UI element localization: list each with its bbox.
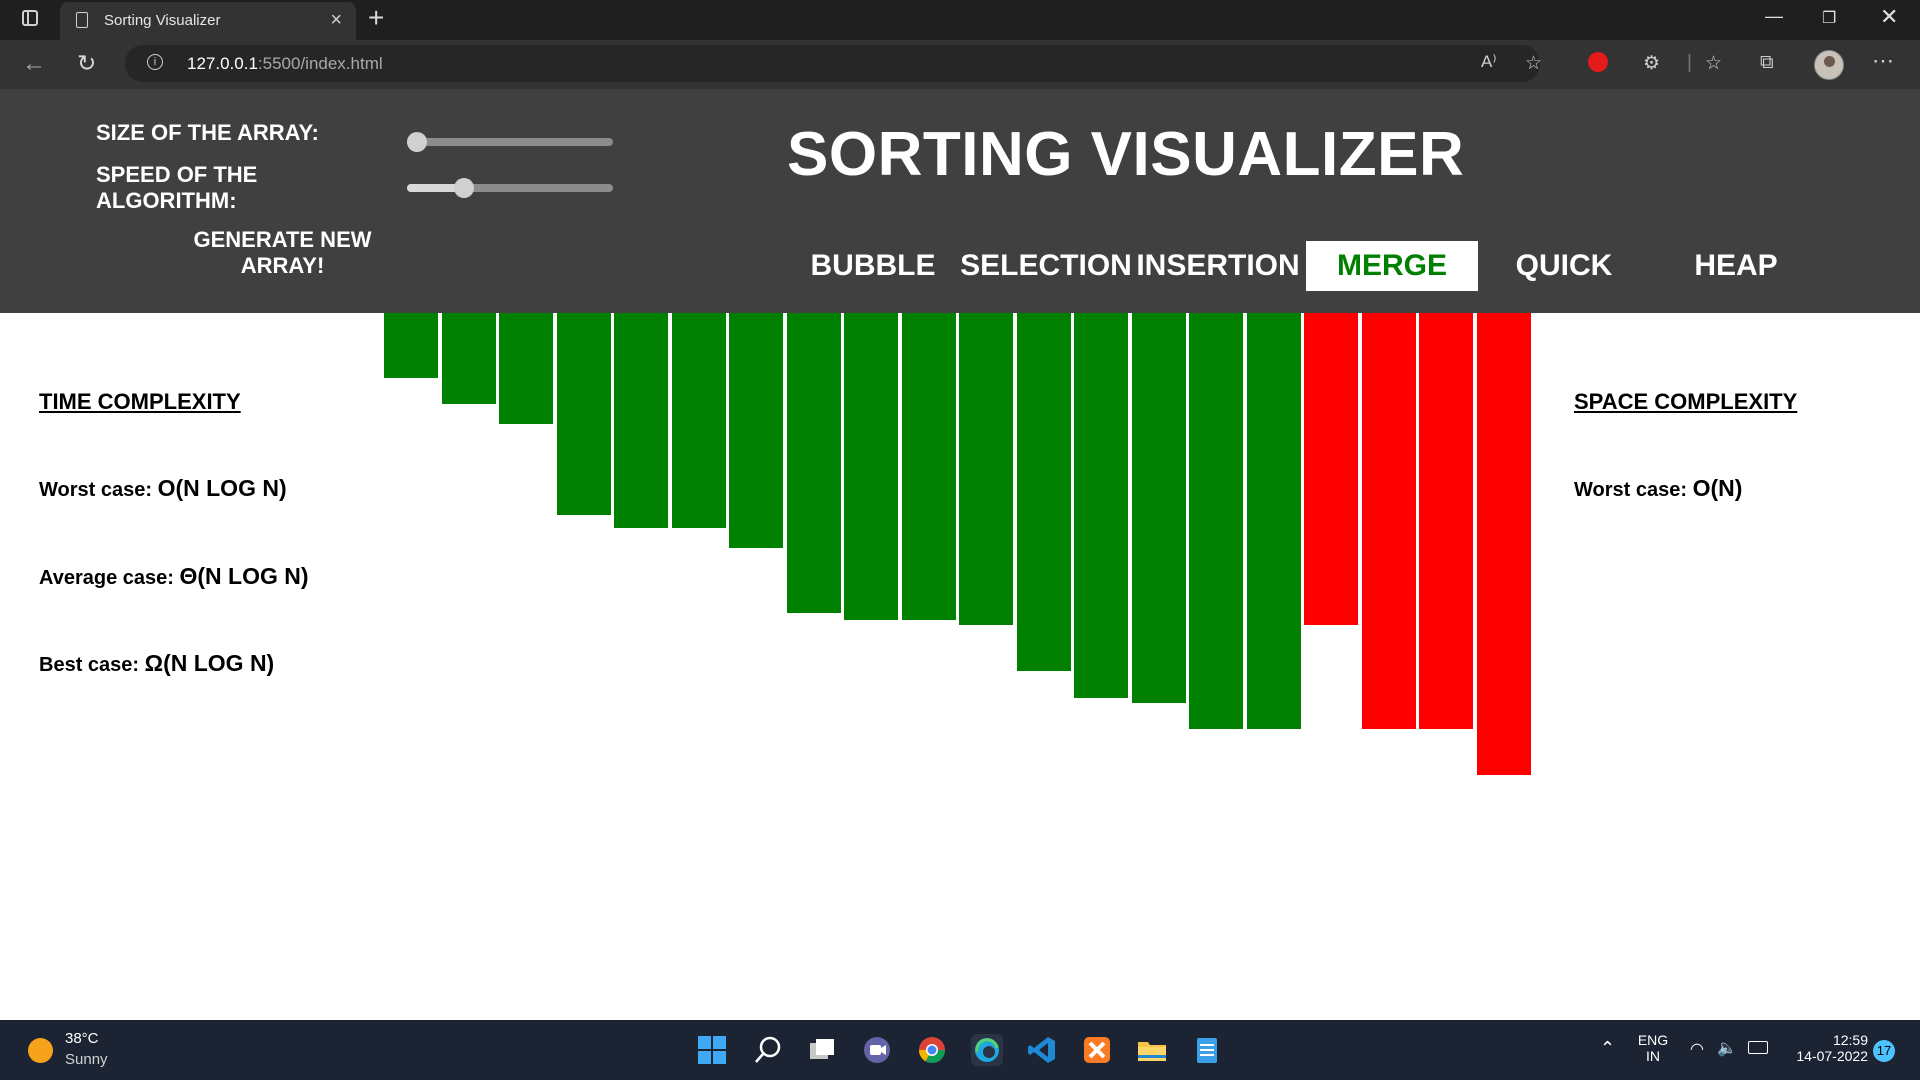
array-bar — [1476, 313, 1531, 775]
wifi-icon[interactable]: ◠ — [1690, 1039, 1704, 1059]
array-bar — [1246, 313, 1301, 729]
array-bar — [1304, 313, 1358, 625]
toolbar-divider: | — [1687, 52, 1692, 73]
close-tab-icon[interactable]: × — [330, 9, 342, 32]
url-text: 127.0.0.1:5500/index.html — [187, 54, 383, 73]
speed-slider[interactable] — [407, 178, 613, 198]
worst-case-time: Worst case: O(N LOG N) — [39, 475, 287, 501]
task-view-icon[interactable] — [806, 1034, 838, 1066]
browser-tab-bar: Sorting Visualizer × + — ❐ ✕ — [0, 0, 1920, 40]
page-title: SORTING VISUALIZER — [787, 120, 1465, 189]
weather-description[interactable]: Sunny — [65, 1051, 108, 1068]
teams-chat-icon[interactable] — [861, 1034, 893, 1066]
array-bar — [614, 313, 668, 528]
heap-sort-button[interactable]: HEAP — [1650, 241, 1822, 291]
extensions-icon[interactable]: ⚙ — [1643, 52, 1660, 75]
browser-tab[interactable]: Sorting Visualizer × — [60, 2, 356, 40]
back-icon[interactable]: ← — [22, 50, 46, 78]
browser-toolbar: ← ↻ i 127.0.0.1:5500/index.html A⁾ ☆ ⚙ |… — [0, 40, 1920, 89]
speed-slider-thumb[interactable] — [453, 178, 474, 198]
refresh-icon[interactable]: ↻ — [77, 50, 96, 77]
input-language[interactable]: ENG IN — [1637, 1032, 1669, 1064]
favorites-icon[interactable]: ☆ — [1705, 52, 1722, 75]
best-case-time: Best case: Ω(N LOG N) — [39, 650, 275, 676]
weather-sun-icon[interactable] — [28, 1038, 53, 1063]
array-bar — [786, 313, 841, 613]
notification-badge[interactable]: 17 — [1873, 1040, 1895, 1062]
site-info-icon[interactable]: i — [147, 54, 163, 70]
new-tab-icon[interactable]: + — [368, 2, 384, 34]
array-bars — [384, 313, 1536, 783]
extension-icon[interactable] — [1588, 52, 1608, 72]
average-case-time: Average case: Θ(N LOG N) — [39, 563, 309, 589]
page-icon — [76, 12, 88, 28]
windows-taskbar: 38°C Sunny ⌃ ENG IN ◠ 🔈 12:59 14-07-2022 1… — [0, 1020, 1920, 1080]
size-slider-thumb[interactable] — [407, 132, 427, 152]
add-favorite-icon[interactable]: ☆ — [1525, 52, 1542, 75]
collections-icon[interactable]: ⧉ — [1760, 52, 1774, 74]
array-bar — [729, 313, 783, 548]
speed-label: SPEED OF THE ALGORITHM: — [96, 162, 258, 213]
weather-temperature[interactable]: 38°C — [65, 1030, 99, 1047]
tab-title: Sorting Visualizer — [104, 12, 221, 29]
array-bar — [1131, 313, 1186, 703]
file-explorer-icon[interactable] — [1136, 1034, 1168, 1066]
tab-actions-icon[interactable] — [22, 10, 38, 26]
minimize-icon[interactable]: — — [1765, 6, 1783, 27]
address-bar[interactable]: i 127.0.0.1:5500/index.html — [125, 45, 1540, 82]
time-complexity-heading: TIME COMPLEXITY — [39, 389, 241, 414]
notepad-icon[interactable] — [1191, 1034, 1223, 1066]
app-header: SIZE OF THE ARRAY: SPEED OF THE ALGORITH… — [0, 89, 1920, 313]
array-bar — [1074, 313, 1128, 698]
generate-array-button[interactable]: GENERATE NEW ARRAY! — [185, 227, 380, 279]
chrome-icon[interactable] — [916, 1034, 948, 1066]
close-window-icon[interactable]: ✕ — [1880, 4, 1898, 30]
space-complexity-heading: SPACE COMPLEXITY — [1574, 389, 1798, 414]
vscode-icon[interactable] — [1026, 1034, 1058, 1066]
selection-sort-button[interactable]: SELECTION — [958, 241, 1134, 291]
bubble-sort-button[interactable]: BUBBLE — [806, 241, 940, 291]
show-hidden-icons[interactable]: ⌃ — [1600, 1038, 1615, 1059]
array-bar — [1016, 313, 1071, 671]
start-icon[interactable] — [696, 1034, 728, 1066]
quick-sort-button[interactable]: QUICK — [1478, 241, 1650, 291]
array-bar — [959, 313, 1013, 625]
insertion-sort-button[interactable]: INSERTION — [1134, 241, 1302, 291]
search-icon[interactable] — [752, 1034, 784, 1066]
array-bar — [1361, 313, 1416, 729]
array-bar — [556, 313, 611, 515]
size-label: SIZE OF THE ARRAY: — [96, 120, 319, 145]
clock[interactable]: 12:59 14-07-2022 — [1788, 1032, 1868, 1064]
profile-avatar[interactable] — [1814, 50, 1844, 80]
array-bar — [1189, 313, 1243, 729]
array-bar — [499, 313, 553, 424]
battery-icon[interactable] — [1748, 1041, 1768, 1054]
array-bar — [901, 313, 956, 620]
array-bar — [384, 313, 438, 378]
array-bar — [1419, 313, 1473, 729]
more-menu-icon[interactable]: ⋯ — [1872, 48, 1894, 74]
restore-icon[interactable]: ❐ — [1822, 8, 1836, 28]
volume-icon[interactable]: 🔈 — [1717, 1038, 1737, 1058]
array-bar — [441, 313, 496, 404]
xampp-icon[interactable] — [1081, 1034, 1113, 1066]
size-slider[interactable] — [407, 132, 613, 152]
worst-case-space: Worst case: O(N) — [1574, 475, 1743, 501]
read-aloud-icon[interactable]: A⁾ — [1481, 52, 1497, 72]
array-bar — [844, 313, 898, 620]
edge-icon[interactable] — [971, 1034, 1003, 1066]
merge-sort-button[interactable]: MERGE — [1306, 241, 1478, 291]
array-bar — [671, 313, 726, 528]
